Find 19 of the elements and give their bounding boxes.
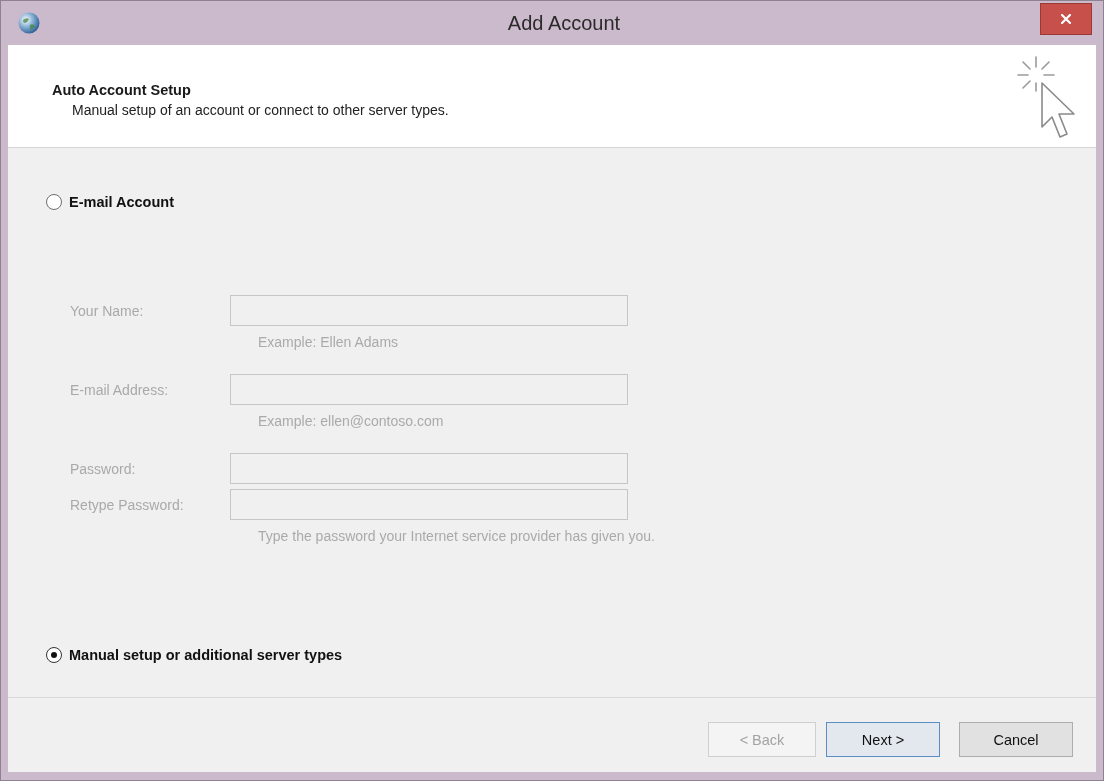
hint-text: Example: Ellen Adams <box>258 333 399 352</box>
next-button[interactable]: Next > <box>826 722 940 757</box>
globe-icon <box>18 12 40 34</box>
section-description: Manual setup of an account or connect to other server types. <box>72 101 449 119</box>
field-label: E-mail Address: <box>70 381 169 398</box>
window-title: Add Account <box>507 11 621 35</box>
section-title: Auto Account Setup <box>52 81 191 99</box>
radio-icon[interactable] <box>46 194 62 210</box>
hint-text: Example: ellen@contoso.com <box>258 412 444 431</box>
cancel-button[interactable]: Cancel <box>959 722 1073 757</box>
radio-option[interactable]: Manual setup or additional server types <box>46 645 343 665</box>
field-label: Retype Password: <box>70 496 184 513</box>
close-icon <box>1061 14 1071 24</box>
close-button[interactable] <box>1040 3 1092 35</box>
radio-icon[interactable] <box>46 647 62 663</box>
hint-text: Type the password your Internet service provider has given you. <box>258 527 655 546</box>
radio-option[interactable]: E-mail Account <box>46 192 174 212</box>
field-label: Your Name: <box>70 302 144 319</box>
field-label: Password: <box>70 460 136 477</box>
